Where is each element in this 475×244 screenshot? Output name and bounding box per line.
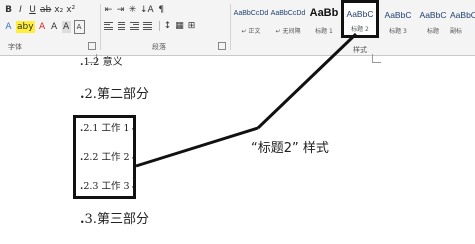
annotation-callout: “标题2” 样式 [251, 141, 329, 156]
annotation-connector [135, 32, 358, 168]
